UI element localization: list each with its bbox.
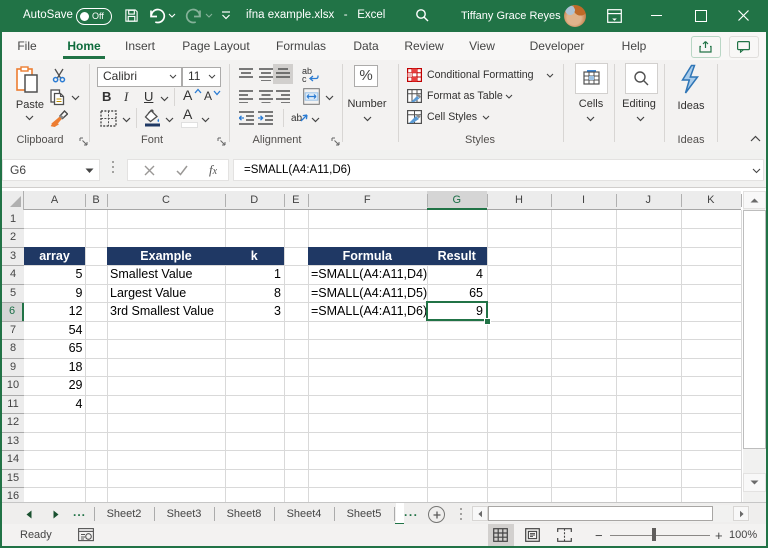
svg-text:c: c: [302, 74, 307, 83]
svg-text:ab: ab: [291, 113, 303, 124]
